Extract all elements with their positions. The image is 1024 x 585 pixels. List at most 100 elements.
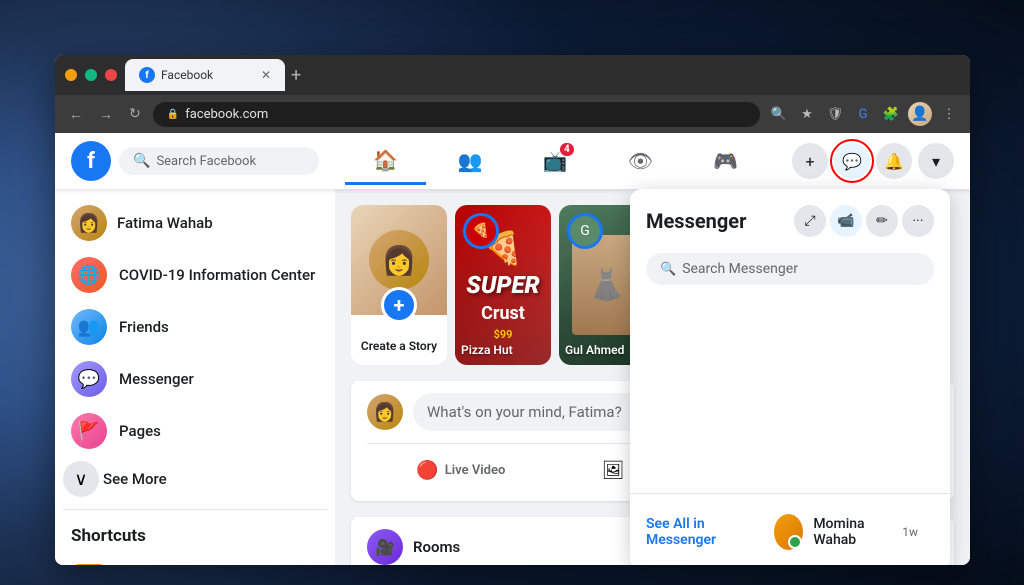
photo-video-icon: 🖼 [602, 460, 625, 481]
story-create-user-photo: 👩 [369, 230, 429, 290]
extension-icon-1[interactable]: 🛡 [824, 103, 846, 125]
watch-badge: 4 [560, 143, 574, 156]
sidebar-user-profile[interactable]: 👩 Fatima Wahab [63, 197, 327, 249]
messenger-expand-icon[interactable]: ⤢ [794, 205, 826, 237]
shortcut-aam-insaan[interactable]: Aam Insaan [63, 558, 327, 565]
facebook-nav-right: + 💬 🔔 ▾ [792, 143, 954, 179]
messenger-footer: See All in Messenger Momina Wahab 1w [630, 493, 950, 565]
messenger-search[interactable]: 🔍 Search Messenger [646, 253, 934, 285]
messenger-icon: 💬 [71, 361, 107, 397]
search-placeholder: Search Facebook [156, 154, 256, 169]
nav-watch[interactable]: 📺 4 [515, 139, 596, 183]
online-user-item[interactable]: Momina Wahab 1w [758, 506, 934, 558]
home-icon: 🏠 [373, 148, 398, 172]
sidebar-item-friends[interactable]: 👥 Friends [63, 301, 327, 353]
pizza-text2: Crust [481, 303, 525, 324]
rooms-icon: 🎥 [367, 529, 403, 565]
browser-window: f Facebook ✕ + ← → ↻ 🔒 facebook.com 🔍 ★ … [55, 55, 970, 565]
sidebar-item-covid[interactable]: 🌐 COVID-19 Information Center [63, 249, 327, 301]
sidebar-label-friends: Friends [119, 318, 169, 336]
sidebar-label-covid: COVID-19 Information Center [119, 266, 315, 284]
messenger-more-icon[interactable]: ··· [902, 205, 934, 237]
chevron-down-icon: ∨ [74, 469, 87, 490]
messenger-compose-icon[interactable]: ✏ [866, 205, 898, 237]
browser-menu-icon[interactable]: ⋮ [938, 103, 960, 125]
search-icon: 🔍 [133, 153, 150, 169]
shortcut-avatar-1 [71, 564, 107, 565]
groups-icon: 👁 [628, 149, 653, 173]
sidebar-item-pages[interactable]: 🚩 Pages [63, 405, 327, 457]
sidebar-item-see-more[interactable]: ∨ See More [63, 457, 327, 501]
gaming-icon: 🎮 [713, 149, 738, 173]
facebook-search-bar[interactable]: 🔍 Search Facebook [119, 147, 319, 175]
create-story-label: Create a Story [361, 339, 437, 353]
new-tab-button[interactable]: + [291, 65, 301, 86]
active-tab[interactable]: f Facebook ✕ [125, 59, 285, 91]
messenger-panel: Messenger ⤢ 📹 ✏ ··· 🔍 Search Messenger S… [630, 189, 950, 565]
search-icon: 🔍 [660, 262, 676, 277]
shortcuts-title: Shortcuts [63, 518, 327, 554]
facebook-logo[interactable]: f [71, 141, 111, 181]
back-button[interactable]: ← [65, 102, 87, 127]
extension-icon-2[interactable]: G [852, 103, 874, 125]
pizza-story-name: Pizza Hut [461, 343, 545, 357]
friends-icon: 👥 [458, 149, 483, 173]
sidebar-label-pages: Pages [119, 422, 161, 440]
live-video-icon: 🔴 [416, 460, 438, 481]
friends-icon: 👥 [71, 309, 107, 345]
facebook-nav-center: 🏠 👥 📺 4 👁 🎮 [319, 138, 792, 185]
add-button[interactable]: + [792, 143, 828, 179]
messenger-header: Messenger ⤢ 📹 ✏ ··· [630, 189, 950, 245]
pizza-price: $99 [494, 328, 513, 341]
online-time: 1w [902, 525, 918, 539]
window-controls [65, 69, 117, 81]
live-video-button[interactable]: 🔴 Live Video [367, 452, 555, 489]
bookmark-icon[interactable]: ★ [796, 103, 818, 125]
pizza-text: SUPER [466, 271, 539, 299]
covid-icon: 🌐 [71, 257, 107, 293]
messenger-header-icons: ⤢ 📹 ✏ ··· [794, 205, 934, 237]
messenger-button[interactable]: 💬 [834, 143, 870, 179]
notifications-button[interactable]: 🔔 [876, 143, 912, 179]
story-avatar-pizza: 🍕 [463, 213, 499, 249]
messenger-title: Messenger [646, 209, 746, 233]
nav-friends[interactable]: 👥 [430, 139, 511, 183]
forward-button[interactable]: → [95, 102, 117, 127]
rooms-label: Rooms [413, 538, 460, 556]
lock-icon: 🔒 [167, 109, 179, 120]
messenger-search-placeholder: Search Messenger [682, 261, 798, 277]
address-bar-row: ← → ↻ 🔒 facebook.com 🔍 ★ 🛡 G 🧩 👤 ⋮ [55, 95, 970, 133]
close-button[interactable] [105, 69, 117, 81]
tab-close-icon[interactable]: ✕ [261, 68, 271, 82]
sidebar-label-see-more: See More [103, 470, 167, 488]
story-pizza-hut[interactable]: 🍕 SUPER Crust $99 🍕 Pizza Hut [455, 205, 551, 365]
see-all-messenger-button[interactable]: See All in Messenger [646, 516, 758, 548]
nav-groups[interactable]: 👁 [600, 139, 681, 183]
refresh-button[interactable]: ↻ [125, 102, 145, 126]
account-menu-button[interactable]: ▾ [918, 143, 954, 179]
sidebar-username: Fatima Wahab [117, 214, 213, 232]
shortcuts-list: Aam Insaan at AddictiveTips [63, 558, 327, 565]
browser-toolbar-icons: 🔍 ★ 🛡 G 🧩 👤 ⋮ [768, 102, 960, 126]
user-avatar: 👩 [71, 205, 107, 241]
nav-gaming[interactable]: 🎮 [685, 139, 766, 183]
tab-bar: f Facebook ✕ + [125, 55, 960, 95]
address-bar[interactable]: 🔒 facebook.com [153, 102, 760, 127]
sidebar-divider [63, 509, 327, 510]
search-icon[interactable]: 🔍 [768, 103, 790, 125]
sidebar-label-messenger: Messenger [119, 370, 194, 388]
sidebar-item-messenger[interactable]: 💬 Messenger [63, 353, 327, 405]
nav-home[interactable]: 🏠 [345, 138, 426, 185]
extensions-icon[interactable]: 🧩 [880, 103, 902, 125]
url-text: facebook.com [185, 107, 268, 122]
minimize-button[interactable] [65, 69, 77, 81]
messenger-body [630, 293, 950, 493]
maximize-button[interactable] [85, 69, 97, 81]
facebook-sidebar: 👩 Fatima Wahab 🌐 COVID-19 Information Ce… [55, 189, 335, 565]
online-user-name: Momina Wahab [813, 516, 892, 548]
online-user-avatar [774, 514, 803, 550]
create-story-card[interactable]: 👩 + Create a Story [351, 205, 447, 365]
messenger-video-icon[interactable]: 📹 [830, 205, 862, 237]
tab-title: Facebook [161, 68, 255, 82]
browser-profile-icon[interactable]: 👤 [908, 102, 932, 126]
